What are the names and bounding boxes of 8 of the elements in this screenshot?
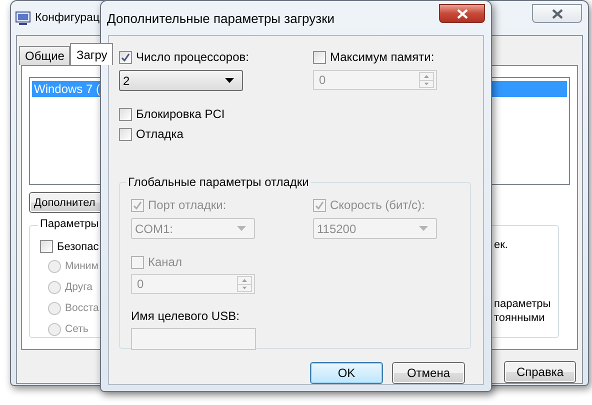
dialog-title: Дополнительные параметры загрузки [107, 10, 335, 26]
group-title: Глобальные параметры отладки [126, 175, 311, 189]
group-title: Параметры [38, 218, 101, 230]
description-text: ек. [494, 238, 509, 252]
window-title: Конфигурац [35, 12, 100, 24]
description-text: тоянными [494, 311, 546, 325]
description-text: параметры [494, 297, 552, 311]
field-label: Имя целевого USB: [131, 309, 240, 323]
